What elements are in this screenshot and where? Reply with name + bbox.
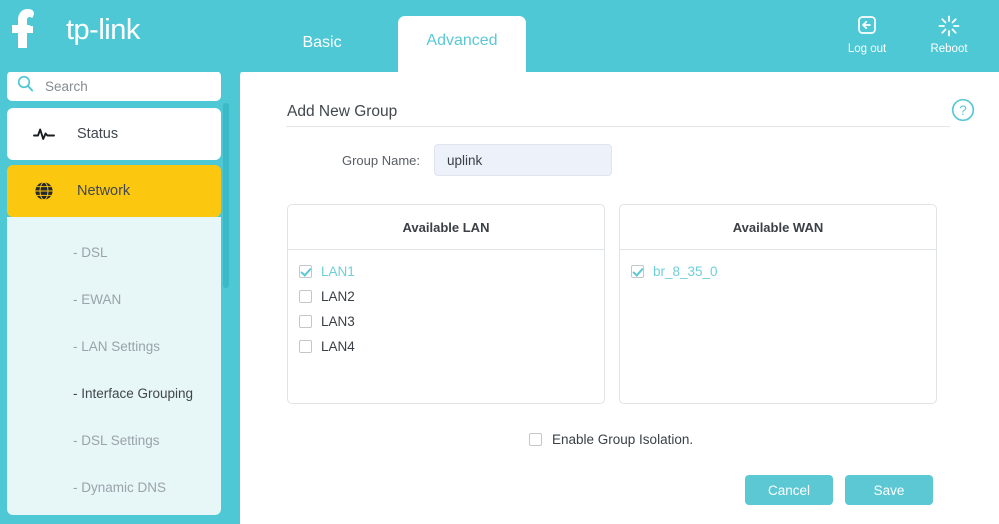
sidebar-subitem-dsl[interactable]: - DSL <box>7 229 221 276</box>
sidebar-item-label: Network <box>77 183 131 199</box>
page-title: Add New Group <box>287 103 398 120</box>
main-content: Add New Group ? Group Name: Available LA… <box>240 68 999 524</box>
sidebar-subitem-ewan[interactable]: - EWAN <box>7 276 221 323</box>
checkbox-group-isolation[interactable] <box>529 433 542 446</box>
available-lan-box: Available LAN LAN1 LAN2 LAN3 LAN4 <box>287 204 605 404</box>
sidebar-subitem-lan-settings[interactable]: - LAN Settings <box>7 323 221 370</box>
save-button[interactable]: Save <box>845 475 933 505</box>
brand-name: tp-link <box>66 13 140 46</box>
group-name-input[interactable] <box>434 144 612 176</box>
logout-label: Log out <box>847 43 887 55</box>
svg-text:?: ? <box>959 103 967 118</box>
sidebar: Status Network <box>0 68 240 524</box>
list-item-label: LAN1 <box>321 264 355 279</box>
sidebar-item-status[interactable]: Status <box>7 108 221 160</box>
list-item[interactable]: LAN4 <box>299 334 604 359</box>
list-item[interactable]: LAN2 <box>299 284 604 309</box>
cancel-button[interactable]: Cancel <box>745 475 833 505</box>
top-tabs: Basic Advanced <box>258 0 526 72</box>
tp-link-logo-icon <box>10 8 62 52</box>
checkbox-lan1[interactable] <box>299 265 312 278</box>
list-item-label: LAN3 <box>321 314 355 329</box>
group-name-label: Group Name: <box>341 152 420 168</box>
tab-advanced[interactable]: Advanced <box>398 16 526 72</box>
list-item-label: br_8_35_0 <box>653 264 718 279</box>
available-lan-list: LAN1 LAN2 LAN3 LAN4 <box>288 250 604 359</box>
router-admin-page: tp-link Basic Advanced Log out Reboot Se… <box>0 0 999 524</box>
globe-icon <box>31 181 57 201</box>
logout-icon <box>839 14 895 40</box>
help-circle-icon[interactable]: ? <box>951 98 975 127</box>
available-lan-header: Available LAN <box>288 205 604 250</box>
reboot-icon <box>921 14 977 40</box>
top-bar: tp-link Basic Advanced Log out Reboot <box>0 0 999 72</box>
list-item[interactable]: LAN1 <box>299 259 604 284</box>
brand-logo[interactable]: tp-link <box>10 8 140 52</box>
search-box[interactable] <box>7 71 221 101</box>
top-actions: Log out Reboot <box>839 14 977 55</box>
sidebar-nav: Status Network - DSL - EWAN - LAN Settin… <box>7 108 221 515</box>
group-isolation-row[interactable]: Enable Group Isolation. <box>529 432 693 447</box>
sidebar-scrollbar[interactable] <box>223 103 229 288</box>
checkbox-lan3[interactable] <box>299 315 312 328</box>
list-item-label: LAN2 <box>321 289 355 304</box>
interface-selection: Available LAN LAN1 LAN2 LAN3 LAN4 Availa… <box>287 204 937 404</box>
search-icon <box>17 75 34 97</box>
sidebar-subitem-dynamic-dns[interactable]: - Dynamic DNS <box>7 464 221 511</box>
reboot-button[interactable]: Reboot <box>921 14 977 55</box>
form-actions: Cancel Save <box>745 475 933 505</box>
sidebar-subnav: - DSL - EWAN - LAN Settings - Interface … <box>7 217 221 515</box>
checkbox-lan2[interactable] <box>299 290 312 303</box>
list-item[interactable]: LAN3 <box>299 309 604 334</box>
group-isolation-label: Enable Group Isolation. <box>552 432 694 447</box>
group-name-row: Group Name: <box>286 144 950 176</box>
sidebar-subitem-dsl-settings[interactable]: - DSL Settings <box>7 417 221 464</box>
list-item-label: LAN4 <box>321 339 355 354</box>
logout-button[interactable]: Log out <box>839 14 895 55</box>
search-input[interactable] <box>43 77 207 95</box>
sidebar-item-network[interactable]: Network <box>7 165 221 217</box>
available-wan-header: Available WAN <box>620 205 936 250</box>
sidebar-item-label: Status <box>77 126 119 142</box>
tab-basic[interactable]: Basic <box>258 34 386 72</box>
available-wan-list: br_8_35_0 <box>620 250 936 284</box>
available-wan-box: Available WAN br_8_35_0 <box>619 204 937 404</box>
title-divider <box>286 126 950 127</box>
pulse-icon <box>31 126 57 142</box>
checkbox-wan-br-8-35-0[interactable] <box>631 265 644 278</box>
list-item[interactable]: br_8_35_0 <box>631 259 936 284</box>
checkbox-lan4[interactable] <box>299 340 312 353</box>
sidebar-subitem-interface-grouping[interactable]: - Interface Grouping <box>7 370 221 417</box>
reboot-label: Reboot <box>930 43 968 55</box>
